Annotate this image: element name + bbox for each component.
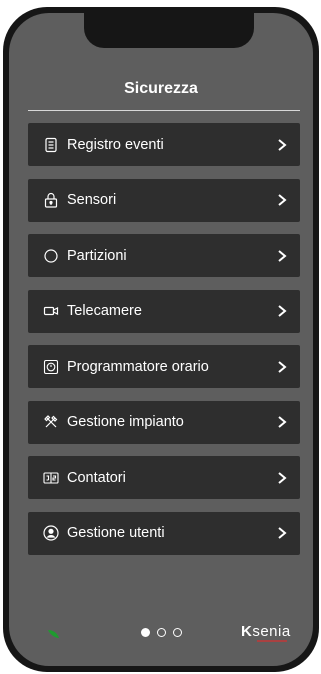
circle-icon bbox=[42, 247, 60, 265]
menu-item-gestione-impianto[interactable]: Gestione impianto bbox=[28, 400, 300, 444]
chevron-right-icon bbox=[278, 360, 287, 373]
chevron-right-icon bbox=[278, 471, 287, 484]
chevron-right-icon bbox=[278, 305, 287, 317]
lock-icon bbox=[42, 191, 60, 209]
menu-item-label: Gestione impianto bbox=[67, 414, 184, 430]
screen: Sicurezza Registro eventi Sensori Partiz… bbox=[9, 13, 313, 666]
counter-icon bbox=[42, 469, 60, 487]
page-title: Sicurezza bbox=[124, 80, 198, 97]
menu-item-gestione-utenti[interactable]: Gestione utenti bbox=[28, 511, 300, 555]
menu-item-label: Partizioni bbox=[67, 247, 127, 264]
page-dot[interactable] bbox=[157, 628, 166, 637]
brand-logo-underline bbox=[257, 640, 287, 642]
tools-icon bbox=[42, 413, 60, 431]
menu-item-partizioni[interactable]: Partizioni bbox=[28, 234, 300, 277]
user-icon bbox=[42, 524, 60, 542]
menu-item-label: Programmatore orario bbox=[67, 358, 209, 375]
phone-frame: Sicurezza Registro eventi Sensori Partiz… bbox=[3, 7, 319, 672]
menu-item-programmatore-orario[interactable]: Programmatore orario bbox=[28, 345, 300, 388]
chevron-right-icon bbox=[278, 138, 287, 151]
title-divider bbox=[28, 110, 300, 111]
menu-item-contatori[interactable]: Contatori bbox=[28, 456, 300, 499]
menu-list: Registro eventi Sensori Partizioni Telec… bbox=[28, 123, 300, 567]
chevron-right-icon bbox=[278, 416, 287, 428]
menu-item-label: Telecamere bbox=[67, 303, 142, 319]
event-log-icon bbox=[42, 136, 60, 154]
notch bbox=[84, 13, 254, 48]
page-dot-active[interactable] bbox=[141, 628, 150, 637]
chevron-right-icon bbox=[278, 194, 287, 206]
menu-item-label: Sensori bbox=[67, 192, 117, 208]
chevron-right-icon bbox=[278, 527, 287, 539]
page-dot[interactable] bbox=[173, 628, 182, 637]
page-indicator bbox=[141, 628, 182, 637]
chevron-right-icon bbox=[278, 249, 287, 262]
menu-item-registro-eventi[interactable]: Registro eventi bbox=[28, 123, 300, 166]
menu-item-label: Registro eventi bbox=[67, 136, 164, 153]
brand-logo: Ksenia bbox=[241, 623, 291, 640]
menu-item-label: Contatori bbox=[67, 469, 126, 486]
menu-item-sensori[interactable]: Sensori bbox=[28, 178, 300, 222]
timer-icon bbox=[42, 358, 60, 376]
camera-icon bbox=[42, 302, 60, 320]
leaf-icon[interactable] bbox=[47, 626, 61, 640]
footer: Ksenia bbox=[9, 623, 313, 647]
menu-item-telecamere[interactable]: Telecamere bbox=[28, 289, 300, 333]
menu-item-label: Gestione utenti bbox=[67, 525, 165, 541]
